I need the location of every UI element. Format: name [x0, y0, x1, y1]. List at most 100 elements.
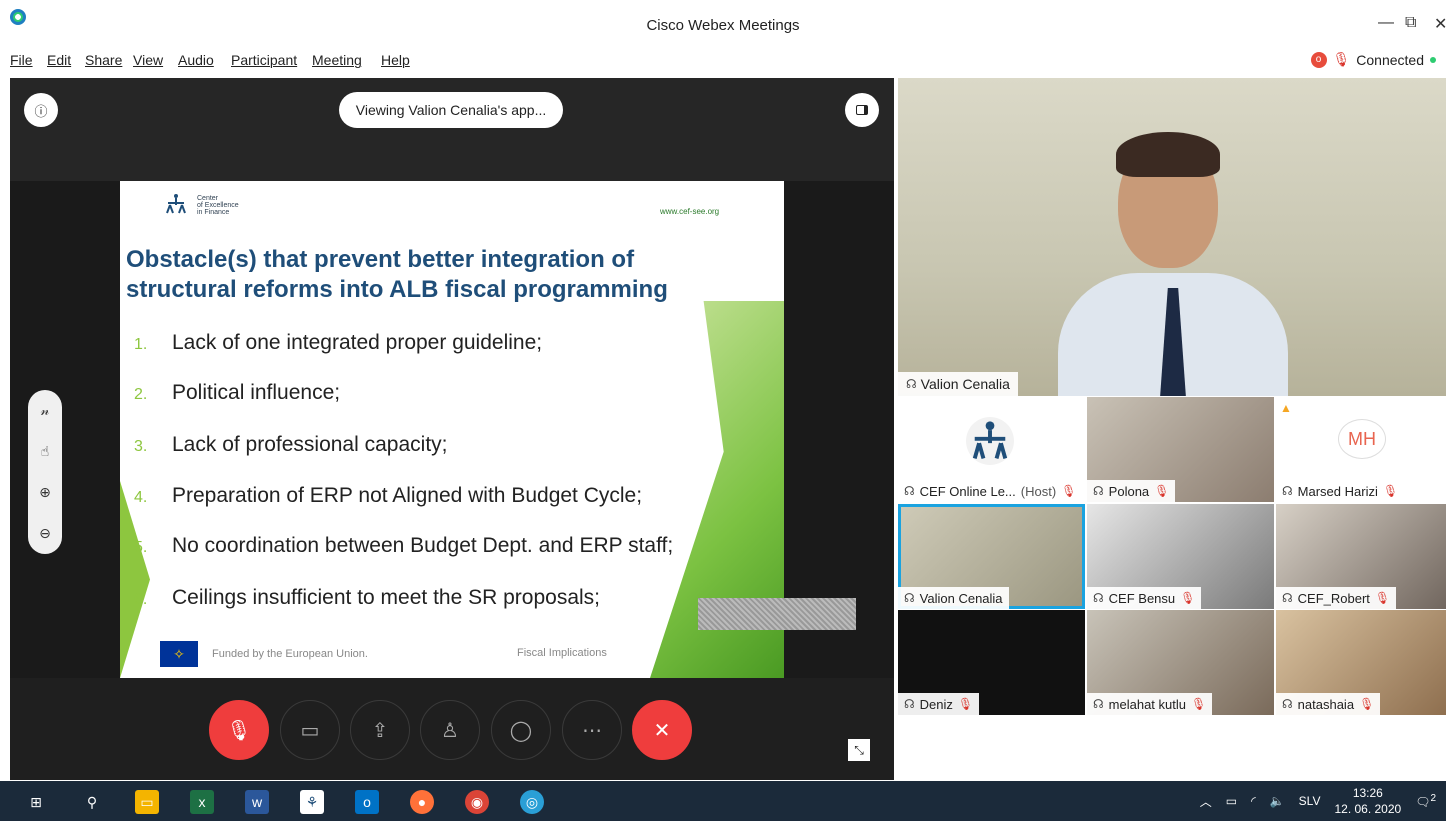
menu-view[interactable]: View: [133, 52, 163, 68]
menu-file[interactable]: File: [10, 52, 33, 68]
participant-tile[interactable]: ☊ CEF_Robert 🎙: [1276, 504, 1446, 609]
eu-flag-icon: ✧: [160, 641, 198, 667]
mute-button[interactable]: 🎙: [209, 700, 269, 760]
outlook-icon[interactable]: o: [355, 790, 379, 814]
minimize-button[interactable]: —: [1378, 14, 1394, 32]
slide-item-number: 2.: [134, 386, 148, 403]
restore-button[interactable]: ⧉: [1405, 14, 1416, 32]
slide-item-number: 3.: [134, 438, 148, 455]
slide-item-number: 6.: [134, 591, 148, 608]
connected-dot-icon: [1430, 56, 1436, 63]
participant-tile[interactable]: ☊ CEF Online Le... (Host) 🎙: [898, 397, 1085, 502]
menu-audio[interactable]: Audio: [178, 52, 214, 68]
battery-icon[interactable]: ▭: [1226, 794, 1237, 808]
layout-toggle-button[interactable]: [845, 93, 879, 127]
annotate-icon[interactable]: 𝓃: [41, 402, 50, 419]
participants-button[interactable]: ♙: [420, 700, 480, 760]
participant-tile[interactable]: ☊ natashaia 🎙: [1276, 610, 1446, 715]
participant-name: natashaia: [1297, 696, 1355, 712]
slide-item: 2. Political influence;: [134, 381, 340, 411]
video-button[interactable]: ▭: [280, 700, 340, 760]
slide-item: 6. Ceilings insufficient to meet the SR p…: [134, 586, 600, 616]
clock-date: 12. 06. 2020: [1334, 802, 1402, 816]
menu-meeting[interactable]: Meeting: [312, 52, 362, 68]
slide-item: 3. Lack of professional capacity;: [134, 433, 447, 463]
slide-org-name: Center of Excellence in Finance: [197, 195, 239, 216]
chrome-icon[interactable]: ◉: [465, 790, 489, 814]
windows-start-icon[interactable]: ⊞: [24, 790, 48, 814]
active-speaker-video[interactable]: ☊ Valion Cenalia: [898, 78, 1446, 396]
chat-button[interactable]: ◯: [491, 700, 551, 760]
notification-icon[interactable]: 🗨2: [1415, 793, 1436, 809]
share-icon: ⇪: [371, 719, 389, 742]
slide-item-text: Preparation of ERP not Aligned with Budg…: [172, 484, 643, 507]
menu-edit[interactable]: Edit: [47, 52, 71, 68]
chevron-up-icon[interactable]: ︿: [1200, 793, 1212, 810]
participant-label: ☊ melahat kutlu 🎙: [1087, 693, 1213, 715]
viewing-indicator[interactable]: Viewing Valion Cenalia's app...: [339, 92, 563, 128]
headset-icon: ☊: [1093, 484, 1104, 498]
participant-label: ☊ CEF Online Le... (Host) 🎙: [898, 480, 1083, 502]
participant-name: CEF_Robert: [1297, 590, 1370, 606]
participant-label: ☊ CEF_Robert 🎙: [1276, 587, 1397, 609]
leave-meeting-button[interactable]: ✕: [632, 700, 692, 760]
participant-tile[interactable]: ▲ MH ☊ Marsed Harizi 🎙: [1276, 397, 1446, 502]
slide-title-line-1: Obstacle(s) that prevent better integrat…: [126, 246, 635, 273]
slide-item: 1. Lack of one integrated proper guidelin…: [134, 331, 542, 361]
participant-tile[interactable]: ☊ Deniz 🎙: [898, 610, 1085, 715]
firefox-icon[interactable]: ●: [410, 790, 434, 814]
mic-muted-icon: 🎙: [1191, 697, 1207, 711]
share-button[interactable]: ⇪: [350, 700, 410, 760]
more-options-button[interactable]: ⋯: [562, 700, 622, 760]
language-indicator[interactable]: SLV: [1299, 794, 1321, 808]
word-icon[interactable]: w: [245, 790, 269, 814]
excel-icon[interactable]: x: [190, 790, 214, 814]
slide-item-number: 4.: [134, 489, 148, 506]
menu-share[interactable]: Share: [85, 52, 122, 68]
volume-icon[interactable]: 🔈: [1270, 794, 1285, 808]
headset-icon: ☊: [1282, 591, 1293, 605]
speaker-name-tag: ☊ Valion Cenalia: [898, 372, 1018, 396]
slide-item-number: 1.: [134, 336, 148, 353]
cef-app-icon[interactable]: ⚘: [300, 790, 324, 814]
participant-label: ☊ Valion Cenalia: [898, 587, 1009, 609]
participant-label: ☊ natashaia 🎙: [1276, 693, 1381, 715]
expand-button[interactable]: ⤡: [848, 739, 870, 761]
participant-name: Marsed Harizi: [1297, 483, 1378, 499]
file-explorer-icon[interactable]: ▭: [135, 790, 159, 814]
participant-label: ☊ CEF Bensu 🎙: [1087, 587, 1202, 609]
headset-icon: ☊: [1282, 484, 1293, 498]
zoom-in-icon[interactable]: ⊕: [39, 484, 51, 501]
layout-icon: [856, 105, 868, 115]
menu-help[interactable]: Help: [381, 52, 410, 68]
mic-muted-icon: 🎙: [1154, 484, 1170, 498]
participant-tile-active[interactable]: ☊ Valion Cenalia: [898, 504, 1085, 609]
recording-badge[interactable]: o: [1310, 51, 1327, 68]
webex-taskbar-icon[interactable]: ◎: [520, 790, 544, 814]
clock[interactable]: 13:26 12. 06. 2020: [1334, 785, 1401, 817]
mic-muted-icon: 🎙: [226, 719, 252, 742]
headset-icon: ☊: [904, 591, 915, 605]
wifi-icon[interactable]: ◜: [1251, 794, 1256, 808]
cef-logo-icon: [166, 194, 186, 214]
meeting-info-button[interactable]: ⓘ: [24, 93, 58, 127]
video-off-icon: ▭: [300, 719, 320, 742]
speaker-figure: [1058, 132, 1288, 396]
slide-item-text: No coordination between Budget Dept. and…: [172, 534, 674, 557]
participant-tile[interactable]: ☊ CEF Bensu 🎙: [1087, 504, 1274, 609]
mic-muted-icon: 🎙: [1180, 591, 1196, 605]
slide-funded-text: Funded by the European Union.: [212, 648, 368, 660]
participant-label: ☊ Polona 🎙: [1087, 480, 1176, 502]
expand-icon: ⤡: [854, 742, 864, 757]
participant-tile[interactable]: ☊ melahat kutlu 🎙: [1087, 610, 1274, 715]
connection-status: o 🎙 Connected: [1310, 51, 1436, 68]
zoom-out-icon[interactable]: ⊖: [39, 525, 51, 542]
participant-tile[interactable]: ☊ Polona 🎙: [1087, 397, 1274, 502]
menu-bar: File Edit Share View Audio Participant M…: [0, 48, 1446, 74]
more-icon: ⋯: [582, 719, 602, 742]
chat-icon: ◯: [509, 719, 533, 742]
search-icon[interactable]: ⚲: [80, 790, 104, 814]
menu-participant[interactable]: Participant: [231, 52, 297, 68]
remote-control-icon[interactable]: ☝: [41, 443, 50, 460]
close-button[interactable]: ✕: [1434, 14, 1446, 34]
